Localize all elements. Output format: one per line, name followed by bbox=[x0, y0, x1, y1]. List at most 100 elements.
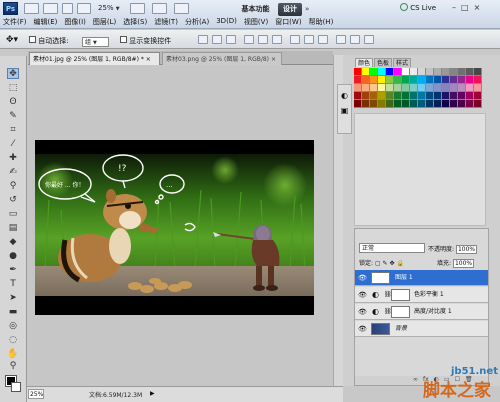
hand-tool-icon[interactable] bbox=[62, 3, 73, 14]
color-swatch[interactable] bbox=[394, 68, 402, 76]
color-swatch[interactable] bbox=[450, 68, 458, 76]
color-swatch[interactable] bbox=[474, 92, 482, 100]
color-swatch[interactable] bbox=[394, 76, 402, 84]
align-vcenter-icon[interactable] bbox=[212, 35, 222, 44]
color-swatch[interactable] bbox=[458, 84, 466, 92]
layer-row-brightness-contrast[interactable]: 👁 ◐ ⛓ 高度/对比度 1 bbox=[355, 304, 488, 320]
menu-help[interactable]: 帮助(H) bbox=[309, 17, 334, 28]
align-hcenter-icon[interactable] bbox=[258, 35, 268, 44]
opacity-field[interactable]: 100% bbox=[455, 245, 478, 254]
color-swatch[interactable] bbox=[370, 68, 378, 76]
color-swatch[interactable] bbox=[386, 84, 394, 92]
fill-field[interactable]: 100% bbox=[452, 259, 475, 268]
color-swatch[interactable] bbox=[474, 76, 482, 84]
healing-brush-tool-icon[interactable]: ✚ bbox=[7, 153, 19, 164]
color-swatch[interactable] bbox=[402, 92, 410, 100]
distribute-hcenter-icon[interactable] bbox=[350, 35, 360, 44]
menu-layer[interactable]: 图层(L) bbox=[93, 17, 116, 28]
link-layers-icon[interactable]: ∞ bbox=[413, 376, 418, 385]
gradient-tool-icon[interactable]: ▤ bbox=[7, 223, 19, 234]
menu-file[interactable]: 文件(F) bbox=[3, 17, 27, 28]
color-swatch[interactable] bbox=[434, 84, 442, 92]
color-swatch[interactable] bbox=[458, 76, 466, 84]
color-swatch[interactable] bbox=[466, 100, 474, 108]
document-info[interactable]: 文档:6.59M/12.3M bbox=[89, 390, 142, 399]
path-select-tool-icon[interactable]: ➤ bbox=[7, 293, 19, 304]
color-swatch[interactable] bbox=[450, 84, 458, 92]
document-tab-inactive[interactable]: 素材03.png @ 25% (图层 1, RGB/8) × bbox=[162, 52, 282, 65]
color-swatch[interactable] bbox=[426, 84, 434, 92]
color-swatch[interactable] bbox=[370, 100, 378, 108]
show-transform-option[interactable]: 显示变换控件 bbox=[120, 36, 171, 46]
color-swatch[interactable] bbox=[402, 84, 410, 92]
color-swatch[interactable] bbox=[474, 84, 482, 92]
menu-analysis[interactable]: 分析(A) bbox=[185, 17, 209, 28]
tab-color[interactable]: 颜色 bbox=[355, 58, 374, 67]
color-swatch[interactable] bbox=[418, 100, 426, 108]
arrange-documents-icon[interactable] bbox=[152, 3, 167, 14]
status-menu-arrow-icon[interactable]: ▶ bbox=[150, 390, 155, 397]
color-swatch[interactable] bbox=[362, 68, 370, 76]
color-swatch[interactable] bbox=[418, 76, 426, 84]
color-swatch[interactable] bbox=[354, 76, 362, 84]
color-swatch[interactable] bbox=[386, 100, 394, 108]
pen-tool-icon[interactable]: ✒ bbox=[7, 265, 19, 276]
color-swatch[interactable] bbox=[450, 76, 458, 84]
color-swatch[interactable] bbox=[458, 68, 466, 76]
move-tool-preset-icon[interactable]: ✥▾ bbox=[6, 35, 18, 45]
zoom-level-icon[interactable] bbox=[77, 3, 91, 14]
color-swatch[interactable] bbox=[426, 68, 434, 76]
color-swatch[interactable] bbox=[466, 84, 474, 92]
color-swatch[interactable] bbox=[394, 100, 402, 108]
color-swatch[interactable] bbox=[442, 76, 450, 84]
visibility-eye-icon[interactable]: 👁 bbox=[358, 270, 367, 286]
menu-window[interactable]: 窗口(W) bbox=[275, 17, 301, 28]
color-swatch[interactable] bbox=[410, 92, 418, 100]
color-swatch[interactable] bbox=[402, 100, 410, 108]
color-swatch[interactable] bbox=[354, 92, 362, 100]
color-swatch[interactable] bbox=[362, 100, 370, 108]
cs-live-button[interactable]: CS Live bbox=[400, 3, 436, 12]
close-icon[interactable]: × bbox=[474, 3, 481, 12]
color-swatch[interactable] bbox=[434, 100, 442, 108]
color-swatch[interactable] bbox=[418, 92, 426, 100]
background-color-swatch[interactable] bbox=[11, 382, 21, 392]
color-swatch[interactable] bbox=[442, 84, 450, 92]
shape-tool-icon[interactable]: ▬ bbox=[7, 307, 19, 318]
document-tab-active[interactable]: 素材01.jpg @ 25% (图层 1, RGB/8#) * × bbox=[29, 52, 160, 65]
color-swatch[interactable] bbox=[458, 92, 466, 100]
lock-transparent-icon[interactable]: ▢ bbox=[375, 260, 381, 267]
color-swatch[interactable] bbox=[378, 100, 386, 108]
color-swatch[interactable] bbox=[418, 68, 426, 76]
auto-select-option[interactable]: 自动选择: bbox=[29, 36, 69, 46]
close-tab-icon[interactable]: × bbox=[146, 56, 151, 63]
history-brush-tool-icon[interactable]: ↺ bbox=[7, 195, 19, 206]
color-swatch[interactable] bbox=[402, 76, 410, 84]
blend-mode-dropdown[interactable]: 正常 bbox=[359, 243, 425, 253]
distribute-top-icon[interactable] bbox=[290, 35, 300, 44]
type-tool-icon[interactable]: T bbox=[7, 279, 19, 290]
color-swatch[interactable] bbox=[474, 68, 482, 76]
menu-select[interactable]: 选择(S) bbox=[123, 17, 147, 28]
move-tool-icon[interactable]: ✥ bbox=[7, 68, 19, 79]
quick-select-tool-icon[interactable]: ✎ bbox=[7, 111, 19, 122]
lock-move-icon[interactable]: ✥ bbox=[390, 260, 395, 267]
distribute-right-icon[interactable] bbox=[364, 35, 374, 44]
crop-tool-icon[interactable]: ⌗ bbox=[7, 125, 19, 136]
color-swatch[interactable] bbox=[442, 100, 450, 108]
workspace-essentials-button[interactable]: 基本功能 bbox=[236, 3, 275, 16]
menu-edit[interactable]: 编辑(E) bbox=[34, 17, 58, 28]
color-swatch[interactable] bbox=[442, 68, 450, 76]
color-swatch[interactable] bbox=[354, 68, 362, 76]
align-right-icon[interactable] bbox=[272, 35, 282, 44]
visibility-eye-icon[interactable]: 👁 bbox=[358, 321, 367, 337]
3d-rotate-tool-icon[interactable]: ◎ bbox=[7, 321, 19, 332]
bridge-icon[interactable] bbox=[24, 3, 39, 14]
distribute-left-icon[interactable] bbox=[336, 35, 346, 44]
hand-tool-icon[interactable]: ✋ bbox=[7, 349, 19, 360]
adjustments-icon[interactable]: ◐ bbox=[340, 91, 349, 100]
visibility-eye-icon[interactable]: 👁 bbox=[358, 304, 367, 320]
tab-swatches[interactable]: 色板 bbox=[374, 58, 393, 67]
align-bottom-icon[interactable] bbox=[226, 35, 236, 44]
color-swatch[interactable] bbox=[378, 84, 386, 92]
